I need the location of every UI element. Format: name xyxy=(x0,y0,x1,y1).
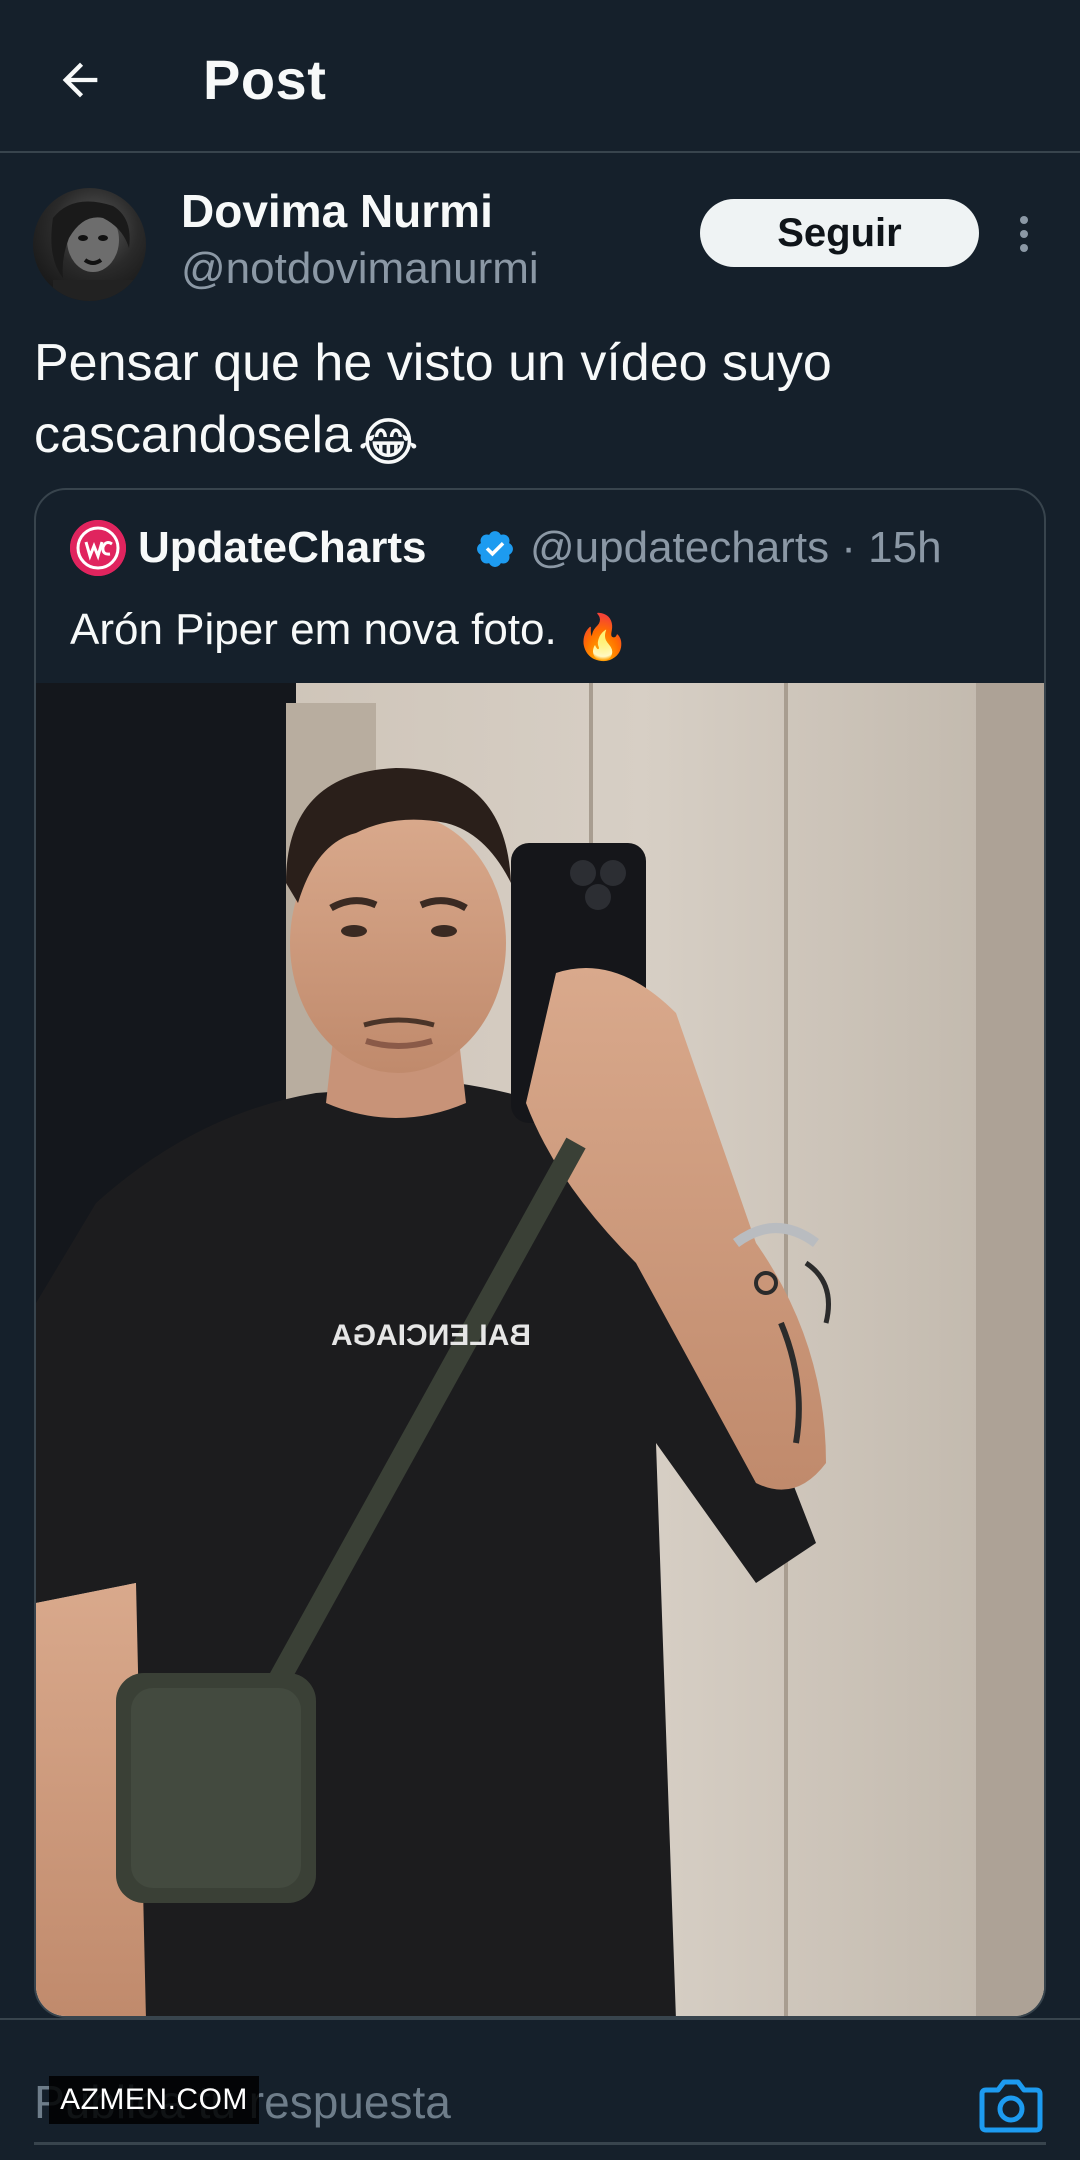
author-name[interactable]: Dovima Nurmi xyxy=(181,183,493,239)
quote-author-avatar xyxy=(70,520,126,576)
shirt-print: BALENCIAGA xyxy=(331,1319,531,1352)
quoted-post[interactable]: UpdateCharts @updatecharts · 15h Arón Pi… xyxy=(34,488,1046,2018)
more-vertical-icon xyxy=(1020,216,1028,252)
verified-badge-icon xyxy=(477,531,513,567)
post-text: Pensar que he visto un vídeo suyo cascan… xyxy=(34,327,1044,479)
author-handle[interactable]: @notdovimanurmi xyxy=(181,241,539,297)
top-app-bar: Post xyxy=(0,0,1080,153)
watermark: AZMEN.COM xyxy=(49,2076,259,2124)
post-text-line: Pensar que he visto un vídeo suyo xyxy=(34,334,832,392)
quote-text-fragment: Arón Piper em nova foto. xyxy=(70,605,557,654)
post-text-line: cascandosela 😂 xyxy=(34,399,1044,479)
tears-of-joy-emoji: 😂 xyxy=(358,414,419,472)
fire-emoji: 🔥 xyxy=(574,613,630,662)
mirror-selfie-illustration: BALENCIAGA xyxy=(36,683,1044,2016)
post-text-fragment: cascandosela xyxy=(34,406,352,464)
follow-button[interactable]: Seguir xyxy=(700,199,979,267)
page-title: Post xyxy=(203,48,327,111)
more-options-button[interactable] xyxy=(1000,210,1048,258)
author-avatar[interactable] xyxy=(33,188,146,301)
reply-input-underline xyxy=(34,2142,1046,2145)
quote-handle-time: @updatecharts · 15h xyxy=(530,523,942,572)
quote-text: Arón Piper em nova foto. 🔥 xyxy=(70,600,630,668)
quote-photo[interactable]: BALENCIAGA xyxy=(36,683,1044,2016)
arrow-left-icon xyxy=(62,62,98,98)
back-button[interactable] xyxy=(40,40,120,120)
camera-icon[interactable] xyxy=(978,2076,1044,2134)
quote-author-name: UpdateCharts xyxy=(138,523,427,572)
